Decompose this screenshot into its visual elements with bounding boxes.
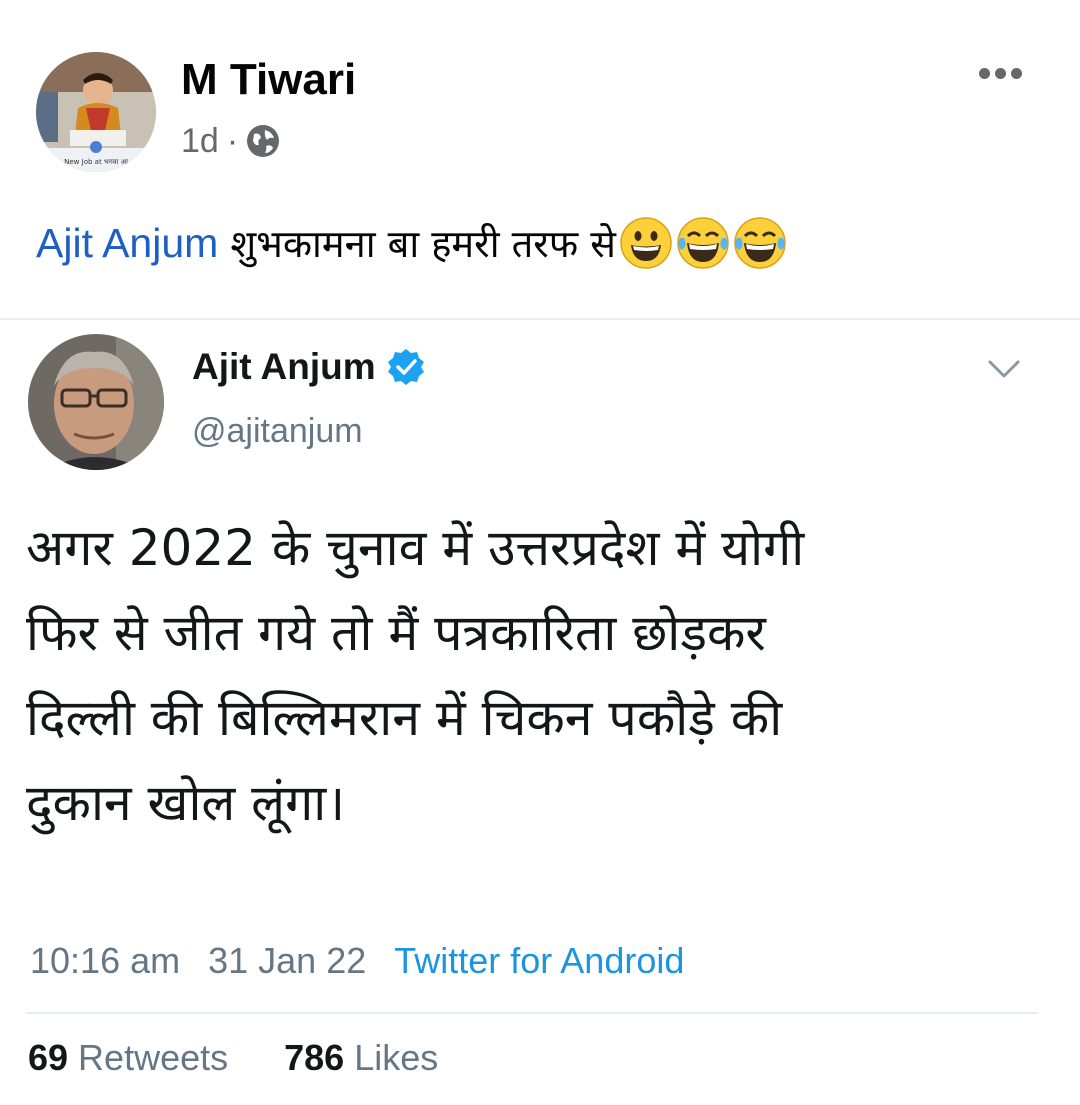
grinning-face-emoji-icon (620, 217, 672, 269)
face-with-tears-of-joy-emoji-icon (734, 217, 786, 269)
tweet-date[interactable]: 31 Jan 22 (208, 940, 366, 982)
face-with-tears-of-joy-emoji-icon (677, 217, 729, 269)
divider (26, 1012, 1038, 1014)
more-dot (1010, 67, 1022, 79)
tweet-stats: 69 Retweets 786 Likes (28, 1032, 438, 1084)
meta-separator: · (226, 121, 239, 160)
tweet-text-line: दिल्ली की बिल्लिमरान में चिकन पकौड़े की (26, 689, 783, 747)
tweet-text-line: अगर 2022 के चुनाव में उत्तरप्रदेश में यो… (26, 519, 805, 577)
tweet-handle[interactable]: @ajitanjum (192, 412, 363, 451)
retweets-stat[interactable]: 69 Retweets (28, 1037, 228, 1079)
author-avatar[interactable]: New Job at भगवा आ (36, 52, 156, 172)
post-caption: Ajit Anjum शुभकामना बा हमरी तरफ से (36, 212, 787, 274)
tweet-avatar[interactable] (28, 334, 164, 470)
tweet-source-link[interactable]: Twitter for Android (394, 940, 684, 982)
retweets-label: Retweets (78, 1037, 229, 1078)
more-options-icon[interactable] (968, 50, 1032, 96)
verified-badge-icon (387, 349, 424, 385)
more-dot (994, 67, 1006, 79)
globe-icon[interactable] (246, 124, 280, 158)
likes-count: 786 (284, 1037, 345, 1078)
likes-stat[interactable]: 786 Likes (284, 1037, 438, 1079)
author-avatar-image: New Job at भगवा आ (36, 52, 156, 172)
author-name[interactable]: M Tiwari (181, 52, 356, 108)
likes-label: Likes (354, 1037, 439, 1078)
retweets-count: 69 (28, 1037, 69, 1078)
tweet-text-line: फिर से जीत गये तो मैं पत्रकारिता छोड़कर (26, 604, 766, 662)
tweet-meta: 10:16 am 31 Jan 22 Twitter for Android (30, 934, 684, 988)
mention-link[interactable]: Ajit Anjum (36, 220, 218, 267)
post-time[interactable]: 1d (181, 122, 219, 161)
more-dot (978, 67, 990, 79)
post-header: New Job at भगवा आ M Tiwari 1d · (0, 0, 1080, 190)
tweet-card[interactable]: Ajit Anjum @ajitanjum अगर 2022 के चुनाव … (0, 318, 1080, 1105)
tweet-author[interactable]: Ajit Anjum (192, 342, 426, 392)
tweet-time[interactable]: 10:16 am (30, 940, 180, 982)
caption-text: शुभकामना बा हमरी तरफ से (230, 222, 616, 266)
tweet-avatar-image (28, 334, 164, 470)
post-meta: 1d · (181, 118, 280, 164)
tweet-text-line: दुकान खोल लूंगा। (26, 774, 346, 832)
avatar-banner-text: New Job at भगवा आ (64, 158, 129, 166)
chevron-down-icon[interactable] (984, 354, 1024, 384)
tweet-author-name: Ajit Anjum (192, 346, 376, 387)
tweet-text: अगर 2022 के चुनाव में उत्तरप्रदेश में यो… (26, 506, 1026, 846)
